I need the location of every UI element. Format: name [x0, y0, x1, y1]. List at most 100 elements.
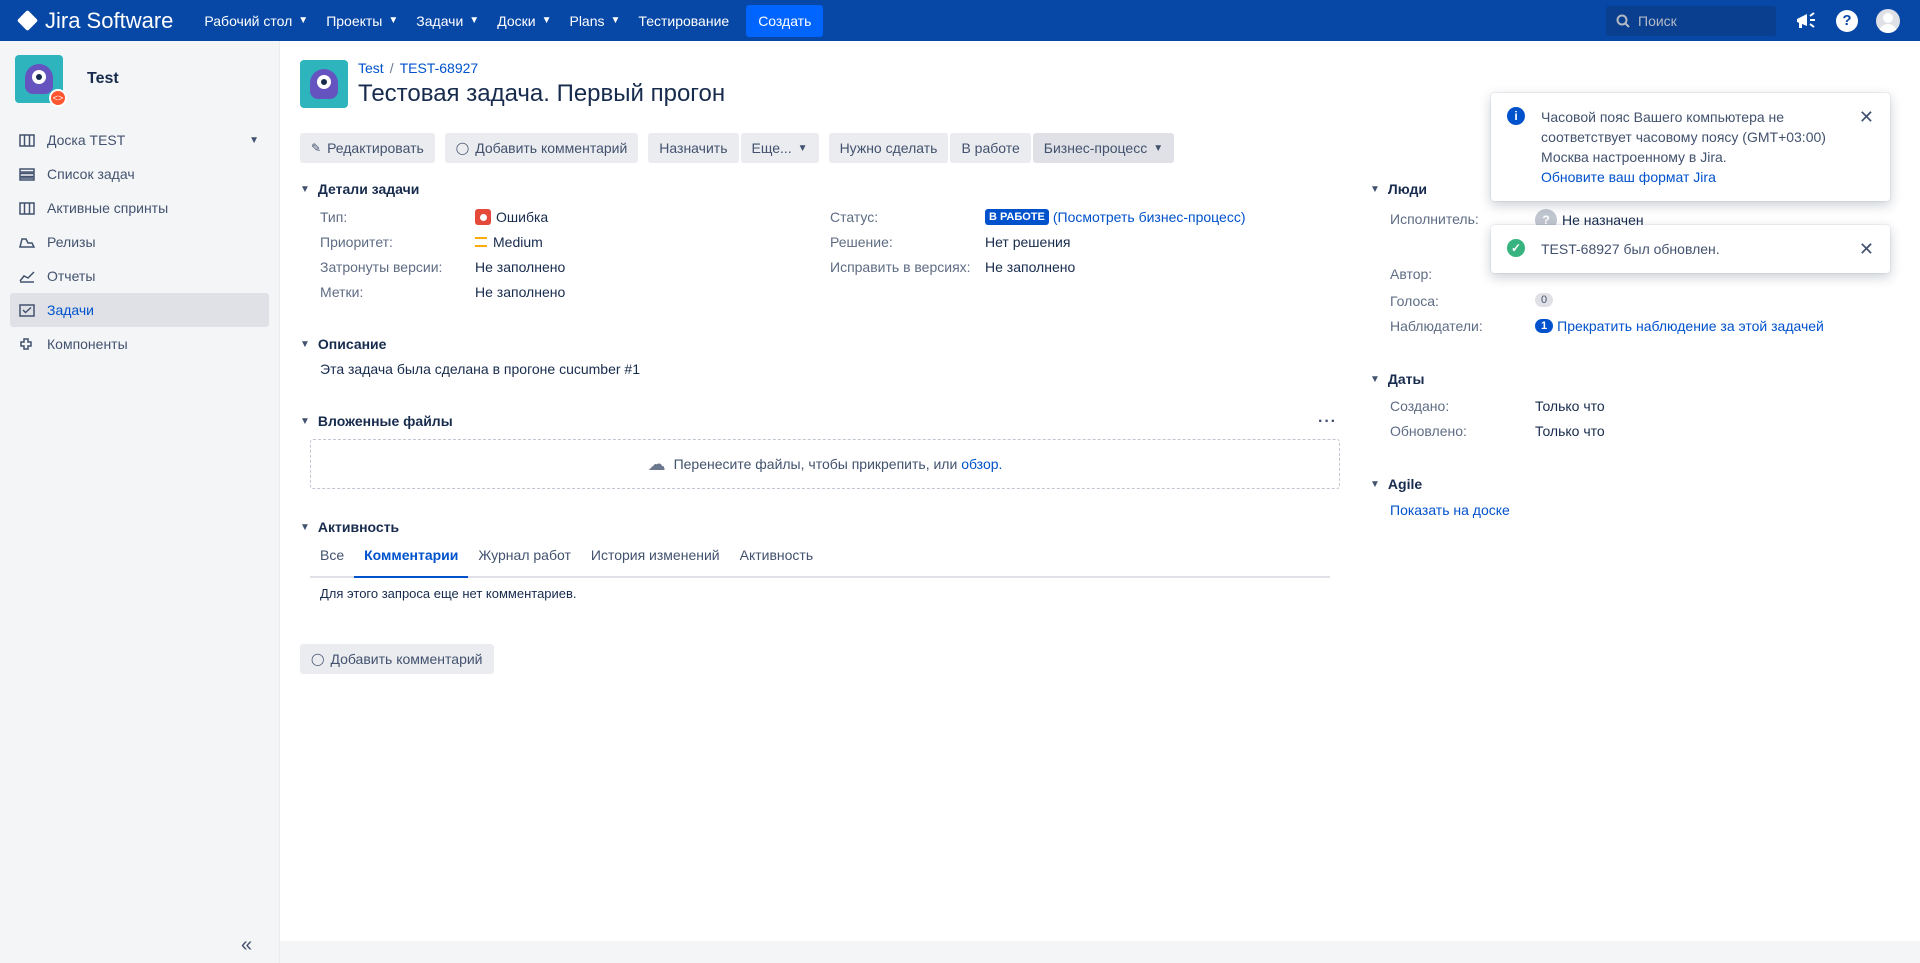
- labels-label: Метки:: [320, 284, 364, 300]
- in-progress-transition-button[interactable]: В работе: [950, 133, 1031, 163]
- nav-boards[interactable]: Доски ▼: [497, 13, 551, 29]
- reporter-label: Автор:: [1390, 266, 1433, 282]
- components-icon: [18, 337, 36, 351]
- workflow-button[interactable]: Бизнес-процесс ▼: [1032, 133, 1175, 163]
- releases-icon: [18, 235, 36, 249]
- update-format-link[interactable]: Обновите ваш формат Jira: [1541, 167, 1841, 187]
- issue-header: Test / TEST-68927 Тестовая задача. Первы…: [300, 60, 725, 108]
- jira-logo[interactable]: Jira Software: [16, 8, 173, 34]
- watchers-count-badge[interactable]: 1: [1535, 319, 1554, 333]
- description-text[interactable]: Эта задача была сделана в прогоне cucumb…: [320, 361, 640, 377]
- nav-label: Проекты: [326, 12, 383, 29]
- nav-testing[interactable]: Тестирование: [638, 13, 729, 29]
- nav-dashboards[interactable]: Рабочий стол ▼: [204, 13, 308, 29]
- section-heading: Описание: [317, 336, 387, 352]
- close-icon[interactable]: ✕: [1859, 239, 1874, 260]
- project-name: Test: [87, 70, 119, 87]
- sidebar-item-label: Активные спринты: [47, 200, 169, 216]
- top-right-tools: ?: [1606, 0, 1900, 41]
- todo-transition-button[interactable]: Нужно сделать: [828, 133, 949, 163]
- priority-value: Medium: [475, 234, 543, 250]
- nav-issues[interactable]: Задачи ▼: [416, 13, 479, 29]
- flag-text: Часовой пояс Вашего компьютера не соотве…: [1541, 107, 1841, 187]
- issues-icon: [18, 303, 36, 317]
- sidebar-menu: Доска TEST ▼ Список задач Активные сприн…: [0, 123, 279, 361]
- sidebar-item-label: Задачи: [47, 302, 95, 318]
- button-label: Назначить: [659, 140, 728, 156]
- tab-activity[interactable]: Активность: [730, 547, 824, 578]
- software-project-badge-icon: <>: [49, 89, 67, 107]
- watchers-label: Наблюдатели:: [1390, 318, 1483, 334]
- stop-watching-link[interactable]: Прекратить наблюдение за этой задачей: [1557, 318, 1824, 334]
- tab-comments[interactable]: Комментарии: [354, 547, 469, 578]
- dates-section-toggle[interactable]: ▼ Даты: [1370, 371, 1424, 387]
- chevron-down-icon: ▼: [469, 15, 480, 26]
- agile-section-toggle[interactable]: ▼ Agile: [1370, 476, 1422, 492]
- project-header[interactable]: <> Test: [0, 41, 279, 117]
- more-options-icon[interactable]: ···: [1318, 413, 1337, 431]
- issue-title[interactable]: Тестовая задача. Первый прогон: [358, 80, 725, 108]
- search-box[interactable]: [1606, 5, 1776, 36]
- view-workflow-link[interactable]: Посмотреть бизнес-процесс: [1058, 209, 1241, 225]
- browse-link[interactable]: обзор.: [961, 456, 1002, 472]
- section-heading: Детали задачи: [317, 181, 420, 197]
- people-section-toggle[interactable]: ▼ Люди: [1370, 181, 1427, 197]
- attachment-dropzone[interactable]: ☁ Перенесите файлы, чтобы прикрепить, ил…: [310, 439, 1340, 489]
- section-heading: Вложенные файлы: [317, 413, 453, 429]
- project-sidebar: <> Test Доска TEST ▼ Список задач Активн…: [0, 41, 280, 963]
- user-avatar-icon[interactable]: [1876, 8, 1900, 33]
- button-label: В работе: [961, 140, 1020, 156]
- project-avatar[interactable]: [300, 60, 348, 108]
- votes-value[interactable]: 0: [1535, 293, 1554, 307]
- edit-button[interactable]: ✎ Редактировать: [300, 133, 435, 163]
- flag-line: Часовой пояс Вашего компьютера не: [1541, 109, 1785, 125]
- flag-line: соответствует часовому поясу (GMT+03:00): [1541, 129, 1826, 145]
- nav-label: Задачи: [416, 12, 464, 29]
- tab-worklog[interactable]: Журнал работ: [468, 547, 580, 578]
- sidebar-item-releases[interactable]: Релизы: [10, 225, 269, 259]
- success-check-icon: ✓: [1507, 239, 1525, 257]
- chevron-down-icon: ▼: [300, 415, 310, 427]
- assign-button[interactable]: Назначить: [648, 133, 739, 163]
- breadcrumb-issue-key[interactable]: TEST-68927: [400, 60, 479, 76]
- description-section-toggle[interactable]: ▼ Описание: [300, 336, 386, 352]
- sidebar-item-components[interactable]: Компоненты: [10, 327, 269, 361]
- top-navigation-bar: Jira Software Рабочий стол ▼ Проекты ▼ Зад…: [0, 0, 1920, 41]
- dropzone-text: Перенесите файлы, чтобы прикрепить, или: [673, 456, 958, 472]
- jira-logo-icon: [16, 9, 39, 32]
- chevron-down-icon: ▼: [541, 15, 552, 26]
- flag-line: Москва настроенному в Jira.: [1541, 149, 1727, 165]
- breadcrumb-project[interactable]: Test: [358, 60, 384, 76]
- activity-section-toggle[interactable]: ▼ Активность: [300, 519, 399, 535]
- add-comment-bottom-button[interactable]: ◯ Добавить комментарий: [300, 644, 494, 674]
- tab-all[interactable]: Все: [310, 547, 354, 578]
- sidebar-item-sprints[interactable]: Активные спринты: [10, 191, 269, 225]
- notifications-megaphone-icon[interactable]: [1794, 9, 1818, 33]
- breadcrumb: Test / TEST-68927: [358, 60, 725, 76]
- section-heading: Agile: [1387, 476, 1423, 492]
- show-on-board-link[interactable]: Показать на доске: [1390, 502, 1510, 518]
- updated-label: Обновлено:: [1390, 423, 1467, 439]
- add-comment-button[interactable]: ◯ Добавить комментарий: [444, 133, 639, 163]
- bug-icon: [475, 209, 491, 225]
- sidebar-item-issues[interactable]: Задачи: [10, 293, 269, 327]
- nav-projects[interactable]: Проекты ▼: [326, 13, 398, 29]
- help-icon[interactable]: ?: [1836, 9, 1858, 32]
- sidebar-item-board[interactable]: Доска TEST ▼: [10, 123, 269, 157]
- close-icon[interactable]: ✕: [1859, 107, 1874, 128]
- attachments-section-toggle[interactable]: ▼ Вложенные файлы: [300, 413, 453, 429]
- labels-value: Не заполнено: [475, 284, 566, 300]
- create-button[interactable]: Создать: [746, 4, 824, 37]
- comment-icon: ◯: [311, 652, 325, 666]
- details-section-toggle[interactable]: ▼ Детали задачи: [300, 181, 419, 197]
- chevron-down-icon[interactable]: ▼: [249, 135, 259, 146]
- nav-plans[interactable]: Plans ▼: [569, 13, 620, 29]
- type-label: Тип:: [320, 209, 348, 225]
- activity-tabs: Все Комментарии Журнал работ История изм…: [310, 547, 1330, 578]
- search-input[interactable]: [1638, 12, 1758, 29]
- more-button[interactable]: Еще... ▼: [740, 133, 819, 163]
- sidebar-item-backlog[interactable]: Список задач: [10, 157, 269, 191]
- collapse-sidebar-icon[interactable]: «: [241, 934, 252, 957]
- sidebar-item-reports[interactable]: Отчеты: [10, 259, 269, 293]
- tab-history[interactable]: История изменений: [581, 547, 730, 578]
